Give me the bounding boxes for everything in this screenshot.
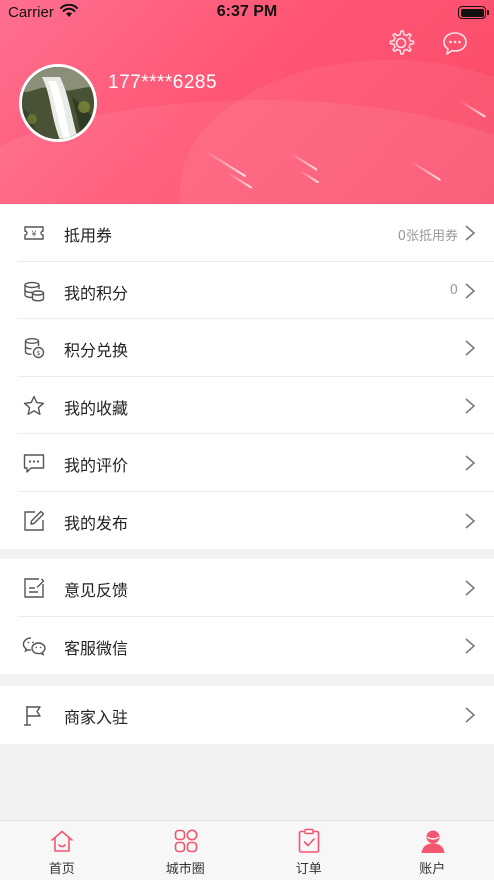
clipboard-check-icon <box>298 828 320 853</box>
svg-text:$: $ <box>36 349 40 357</box>
chevron-right-icon <box>465 580 476 596</box>
menu-item-label: 我的评价 <box>64 456 129 475</box>
coupon-icon: ¥ <box>24 226 44 240</box>
menu-group-account: ¥ 抵用券 0张抵用券 我的积分 0 $ 积分兑换 我的收藏 我的评价 我的发布 <box>0 204 494 549</box>
coins-icon <box>24 281 45 302</box>
tab-label: 订单 <box>295 862 322 877</box>
menu-item-label: 我的收藏 <box>64 398 129 418</box>
menu-item-value: 0张抵用券 <box>397 229 458 244</box>
tab-home[interactable]: 首页 <box>0 821 124 880</box>
menu-item-coupons[interactable]: ¥ 抵用券 0张抵用券 <box>0 204 494 262</box>
tab-city-circle[interactable]: 城市圈 <box>124 821 248 880</box>
menu-item-label: 我的发布 <box>64 513 129 533</box>
svg-text:¥: ¥ <box>31 230 36 239</box>
menu-item-label: 客服微信 <box>64 638 129 658</box>
avatar[interactable] <box>19 64 97 142</box>
chevron-right-icon <box>465 707 476 723</box>
menu-item-my-posts[interactable]: 我的发布 <box>0 492 494 550</box>
coins-exchange-icon: $ <box>24 338 45 359</box>
clock: 6:37 PM <box>216 3 278 20</box>
chevron-right-icon <box>465 282 476 299</box>
tab-label: 首页 <box>48 862 75 877</box>
chat-bubble-icon[interactable] <box>440 28 470 58</box>
gear-icon[interactable] <box>386 28 416 58</box>
user-phone: 177****6285 <box>108 72 218 93</box>
comment-icon <box>23 454 45 473</box>
battery-icon <box>458 6 489 19</box>
menu-item-label: 抵用券 <box>64 226 113 245</box>
tab-label: 账户 <box>419 862 446 877</box>
chevron-right-icon <box>465 637 476 654</box>
star-icon <box>23 395 45 415</box>
feedback-icon <box>24 578 45 598</box>
status-bar: Carrier 6:37 PM <box>0 0 494 26</box>
tab-label: 城市圈 <box>165 862 205 877</box>
tab-orders[interactable]: 订单 <box>247 821 371 880</box>
menu-item-label: 积分兑换 <box>64 341 129 360</box>
chevron-right-icon <box>465 512 476 529</box>
menu-item-feedback[interactable]: 意见反馈 <box>0 559 494 617</box>
tab-account[interactable]: 账户 <box>371 821 494 880</box>
wechat-icon <box>22 636 46 656</box>
chevron-right-icon <box>465 455 476 471</box>
profile-header: Carrier 6:37 PM 177****6285 <box>0 0 494 204</box>
menu-group-merchant: 商家入驻 <box>0 686 494 744</box>
chevron-right-icon <box>465 340 476 356</box>
grid-icon <box>174 829 197 853</box>
menu-item-label: 意见反馈 <box>64 581 129 600</box>
menu-item-points[interactable]: 我的积分 0 <box>0 262 494 319</box>
menu-item-wechat-service[interactable]: 客服微信 <box>0 617 494 675</box>
edit-icon <box>24 510 45 531</box>
menu-group-support: 意见反馈 客服微信 <box>0 559 494 674</box>
header-wave <box>180 60 494 204</box>
home-icon <box>51 830 73 852</box>
menu-item-merchant-join[interactable]: 商家入驻 <box>0 686 494 744</box>
menu-item-reviews[interactable]: 我的评价 <box>0 434 494 492</box>
chevron-right-icon <box>465 397 476 414</box>
flag-icon <box>24 706 41 726</box>
chevron-right-icon <box>465 225 476 241</box>
user-icon <box>421 830 444 853</box>
menu-item-label: 商家入驻 <box>64 708 129 727</box>
menu-item-points-exchange[interactable]: $ 积分兑换 <box>0 319 494 377</box>
tab-bar: 首页 城市圈 订单 账户 <box>0 820 494 880</box>
menu-item-label: 我的积分 <box>64 283 129 303</box>
menu-item-value: 0 <box>449 282 458 298</box>
menu-item-favorites[interactable]: 我的收藏 <box>0 377 494 434</box>
